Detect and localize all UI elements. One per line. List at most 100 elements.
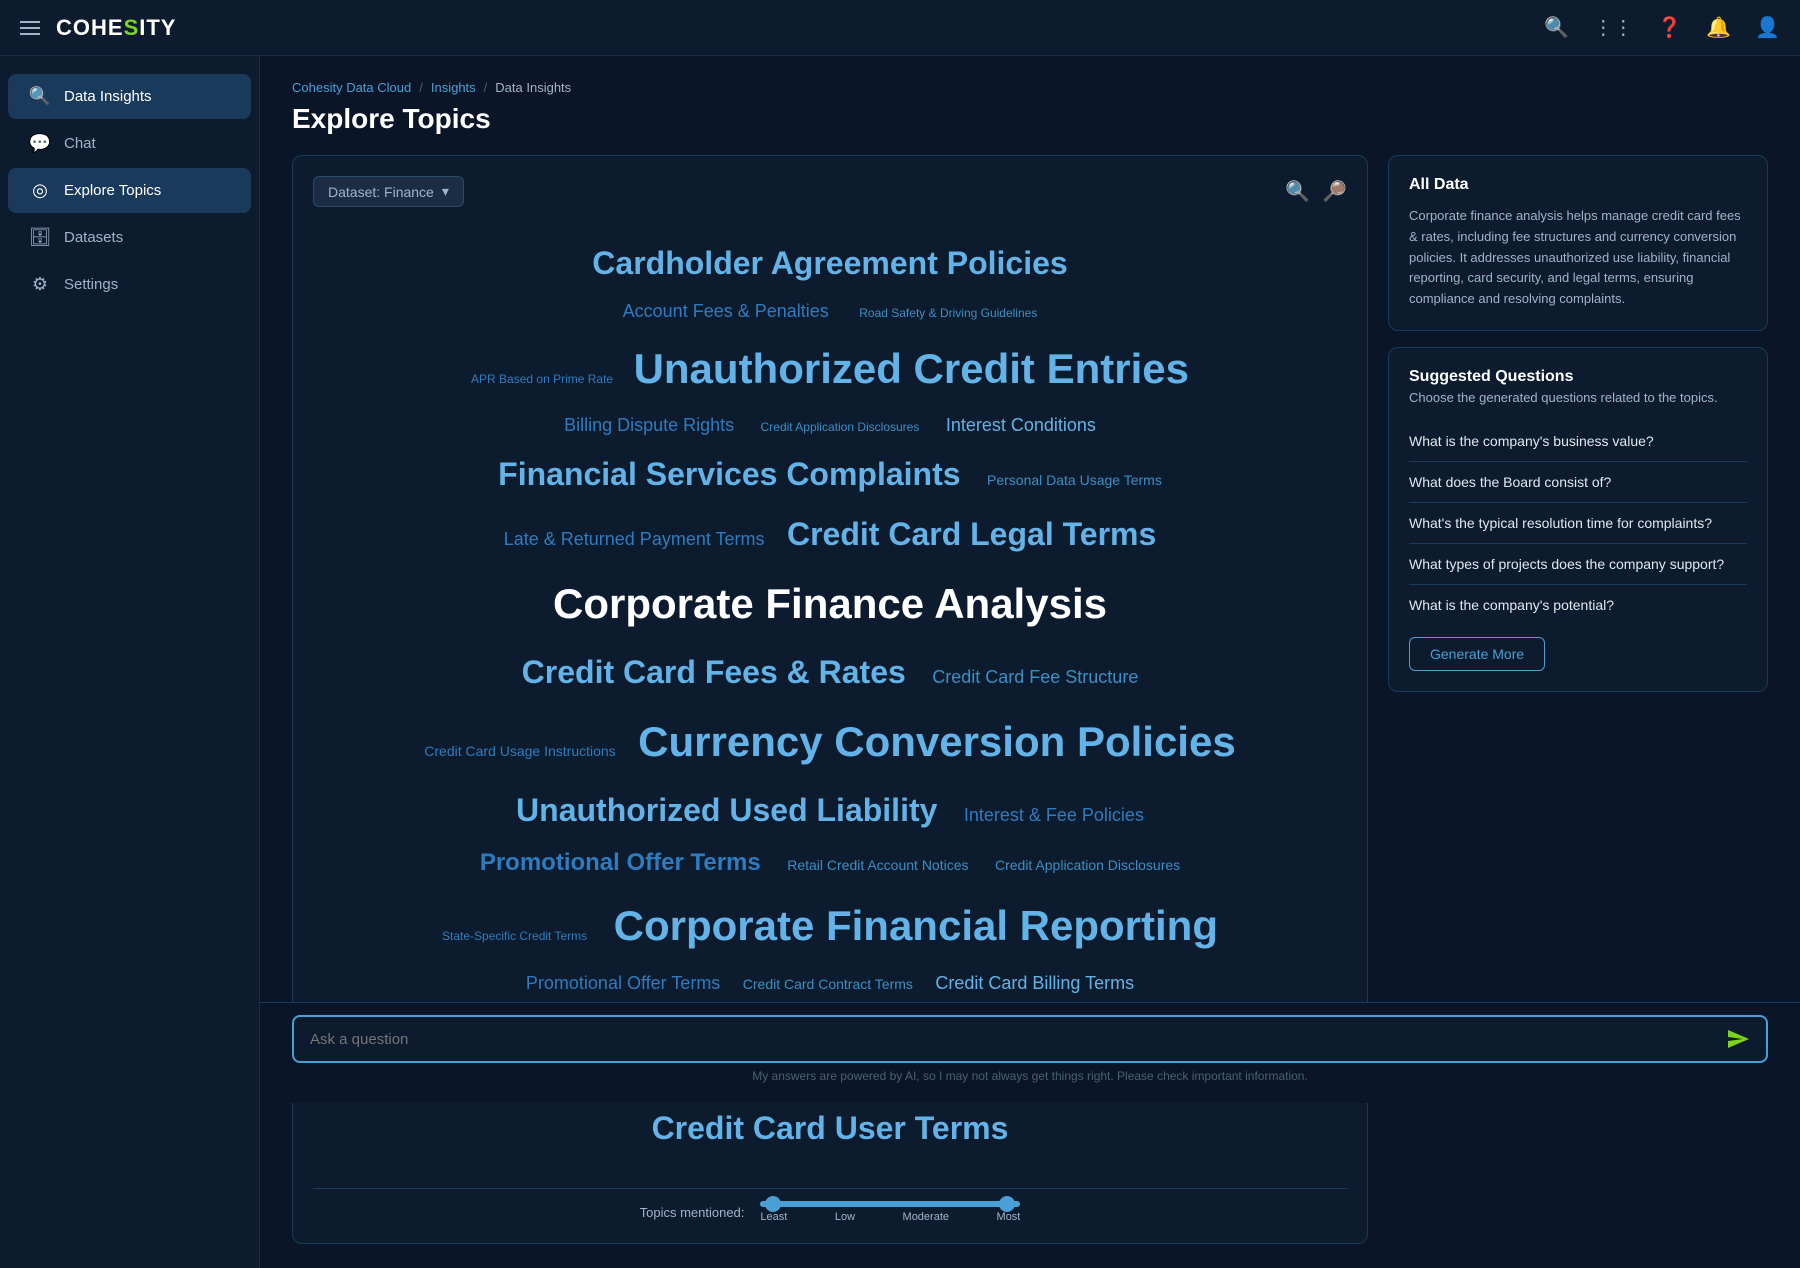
word[interactable]: Credit Card Fee Structure (932, 662, 1138, 693)
right-panel: All Data Corporate finance analysis help… (1388, 155, 1768, 692)
word[interactable]: Unauthorized Used Liability (516, 783, 937, 837)
search-icon[interactable]: 🔍 (1544, 15, 1569, 40)
slider-marker-low: Low (835, 1211, 855, 1223)
suggested-question-5[interactable]: What is the company's potential? (1409, 585, 1747, 625)
breadcrumb-sep-1: / (419, 80, 423, 95)
word[interactable]: Currency Conversion Policies (638, 706, 1236, 777)
slider-thumb-right[interactable] (999, 1196, 1015, 1212)
suggested-questions-list: What is the company's business value?Wha… (1409, 421, 1747, 625)
word[interactable]: Promotional Offer Terms (526, 968, 720, 999)
word[interactable]: Corporate Financial Reporting (614, 890, 1218, 961)
word[interactable]: Credit Card User Terms (652, 1101, 1009, 1155)
menu-icon[interactable] (20, 21, 40, 35)
breadcrumb-link-2[interactable]: Insights (431, 80, 476, 95)
all-data-title: All Data (1409, 176, 1747, 194)
slider-marker-moderate: Moderate (903, 1211, 949, 1223)
zoom-in-icon[interactable]: 🔍 (1285, 179, 1310, 204)
all-data-card: All Data Corporate finance analysis help… (1388, 155, 1768, 331)
word[interactable]: Late & Returned Payment Terms (504, 524, 765, 555)
word[interactable]: Credit Card Legal Terms (787, 507, 1156, 561)
sidebar-item-label: Datasets (64, 229, 123, 246)
zoom-out-icon[interactable]: 🔎 (1322, 179, 1347, 204)
word-cloud-row: Financial Services Complaints Personal D… (492, 444, 1168, 504)
data-insights-icon: 🔍 (28, 86, 52, 107)
suggested-question-4[interactable]: What types of projects does the company … (1409, 544, 1747, 585)
datasets-icon: 🗄 (28, 227, 52, 248)
word[interactable]: Credit Card Billing Terms (935, 968, 1134, 999)
slider-fill (760, 1201, 1020, 1207)
settings-icon: ⚙ (28, 274, 52, 295)
slider-label: Topics mentioned: (640, 1205, 745, 1220)
topnav: COHESITY 🔍 ⋮⋮ ❓ 🔔 👤 (0, 0, 1800, 56)
user-icon[interactable]: 👤 (1755, 15, 1780, 40)
word-cloud-row: State-Specific Credit Terms Corporate Fi… (436, 887, 1224, 964)
word-cloud-row: Unauthorized Used Liability Interest & F… (510, 780, 1150, 840)
word[interactable]: Credit Card Usage Instructions (424, 740, 615, 764)
all-data-body: Corporate finance analysis helps manage … (1409, 206, 1747, 310)
word[interactable]: Credit Application Disclosures (761, 417, 920, 437)
word[interactable]: Retail Credit Account Notices (787, 854, 968, 878)
dataset-select[interactable]: Dataset: Finance ▾ (313, 176, 464, 207)
page-title: Explore Topics (292, 103, 1768, 135)
word[interactable]: Interest Conditions (946, 410, 1096, 441)
send-button[interactable] (1726, 1027, 1750, 1051)
word-cloud-row: Credit Card User Terms (646, 1098, 1015, 1158)
word-cloud-row: Billing Dispute Rights Credit Applicatio… (558, 407, 1102, 444)
slider-area: Topics mentioned: Least Low Moderate Mos… (313, 1188, 1347, 1223)
dataset-label: Dataset: Finance (328, 184, 434, 200)
word-cloud-row: Account Fees & Penalties Road Safety & D… (617, 293, 1044, 330)
sidebar: 🔍 Data Insights 💬 Chat ◎ Explore Topics … (0, 56, 260, 1268)
word[interactable]: Personal Data Usage Terms (987, 469, 1162, 493)
toolbar-icons: 🔍 🔎 (1285, 179, 1347, 204)
word[interactable]: Promotional Offer Terms (480, 843, 761, 884)
breadcrumb-link-1[interactable]: Cohesity Data Cloud (292, 80, 411, 95)
slider-labels: Least Low Moderate Most (760, 1211, 1020, 1223)
slider-marker-most: Most (997, 1211, 1021, 1223)
suggested-question-2[interactable]: What does the Board consist of? (1409, 462, 1747, 503)
word[interactable]: Account Fees & Penalties (623, 296, 829, 327)
disclaimer: My answers are powered by AI, so I may n… (292, 1069, 1768, 1083)
suggested-question-3[interactable]: What's the typical resolution time for c… (1409, 503, 1747, 544)
word-cloud-row: Promotional Offer Terms Credit Card Cont… (520, 965, 1140, 1002)
slider-thumb-left[interactable] (765, 1196, 781, 1212)
ask-input[interactable] (310, 1031, 1714, 1048)
word[interactable]: State-Specific Credit Terms (442, 926, 587, 946)
word-cloud-row: Promotional Offer Terms Retail Credit Ac… (474, 840, 1186, 887)
word[interactable]: Corporate Finance Analysis (553, 568, 1107, 639)
sidebar-item-datasets[interactable]: 🗄 Datasets (8, 215, 251, 260)
word[interactable]: Road Safety & Driving Guidelines (859, 303, 1037, 323)
word[interactable]: Credit Card Contract Terms (743, 973, 913, 997)
bell-icon[interactable]: 🔔 (1706, 15, 1731, 40)
word[interactable]: APR Based on Prime Rate (471, 369, 613, 389)
explore-icon: ◎ (28, 180, 52, 201)
sidebar-item-explore-topics[interactable]: ◎ Explore Topics (8, 168, 251, 213)
generate-more-button[interactable]: Generate More (1409, 637, 1545, 671)
suggested-title: Suggested Questions (1409, 368, 1747, 386)
word-cloud-row: Credit Card Fees & Rates Credit Card Fee… (516, 642, 1145, 702)
logo: COHESITY (56, 15, 176, 41)
sidebar-item-label: Chat (64, 135, 96, 152)
help-icon[interactable]: ❓ (1657, 15, 1682, 40)
word[interactable]: Credit Application Disclosures (995, 854, 1180, 878)
word[interactable]: Interest & Fee Policies (964, 800, 1144, 831)
sidebar-item-chat[interactable]: 💬 Chat (8, 121, 251, 166)
word-cloud-row: APR Based on Prime Rate Unauthorized Cre… (465, 330, 1195, 407)
word[interactable]: Credit Card Fees & Rates (522, 645, 906, 699)
word[interactable]: Cardholder Agreement Policies (592, 236, 1067, 290)
word[interactable]: Financial Services Complaints (498, 447, 960, 501)
grid-icon[interactable]: ⋮⋮ (1593, 15, 1633, 40)
chat-icon: 💬 (28, 133, 52, 154)
dropdown-chevron: ▾ (442, 183, 449, 200)
sidebar-item-settings[interactable]: ⚙ Settings (8, 262, 251, 307)
word-cloud-row: Corporate Finance Analysis (547, 565, 1113, 642)
word[interactable]: Billing Dispute Rights (564, 410, 734, 441)
breadcrumb-sep-2: / (484, 80, 488, 95)
word[interactable]: Unauthorized Credit Entries (634, 333, 1189, 404)
suggested-subtitle: Choose the generated questions related t… (1409, 390, 1747, 405)
slider-track[interactable] (760, 1201, 1020, 1207)
sidebar-item-data-insights[interactable]: 🔍 Data Insights (8, 74, 251, 119)
word-cloud-row: Late & Returned Payment Terms Credit Car… (498, 504, 1163, 564)
word-cloud-row: Cardholder Agreement Policies (586, 233, 1073, 293)
sidebar-item-label: Settings (64, 276, 118, 293)
suggested-question-1[interactable]: What is the company's business value? (1409, 421, 1747, 462)
